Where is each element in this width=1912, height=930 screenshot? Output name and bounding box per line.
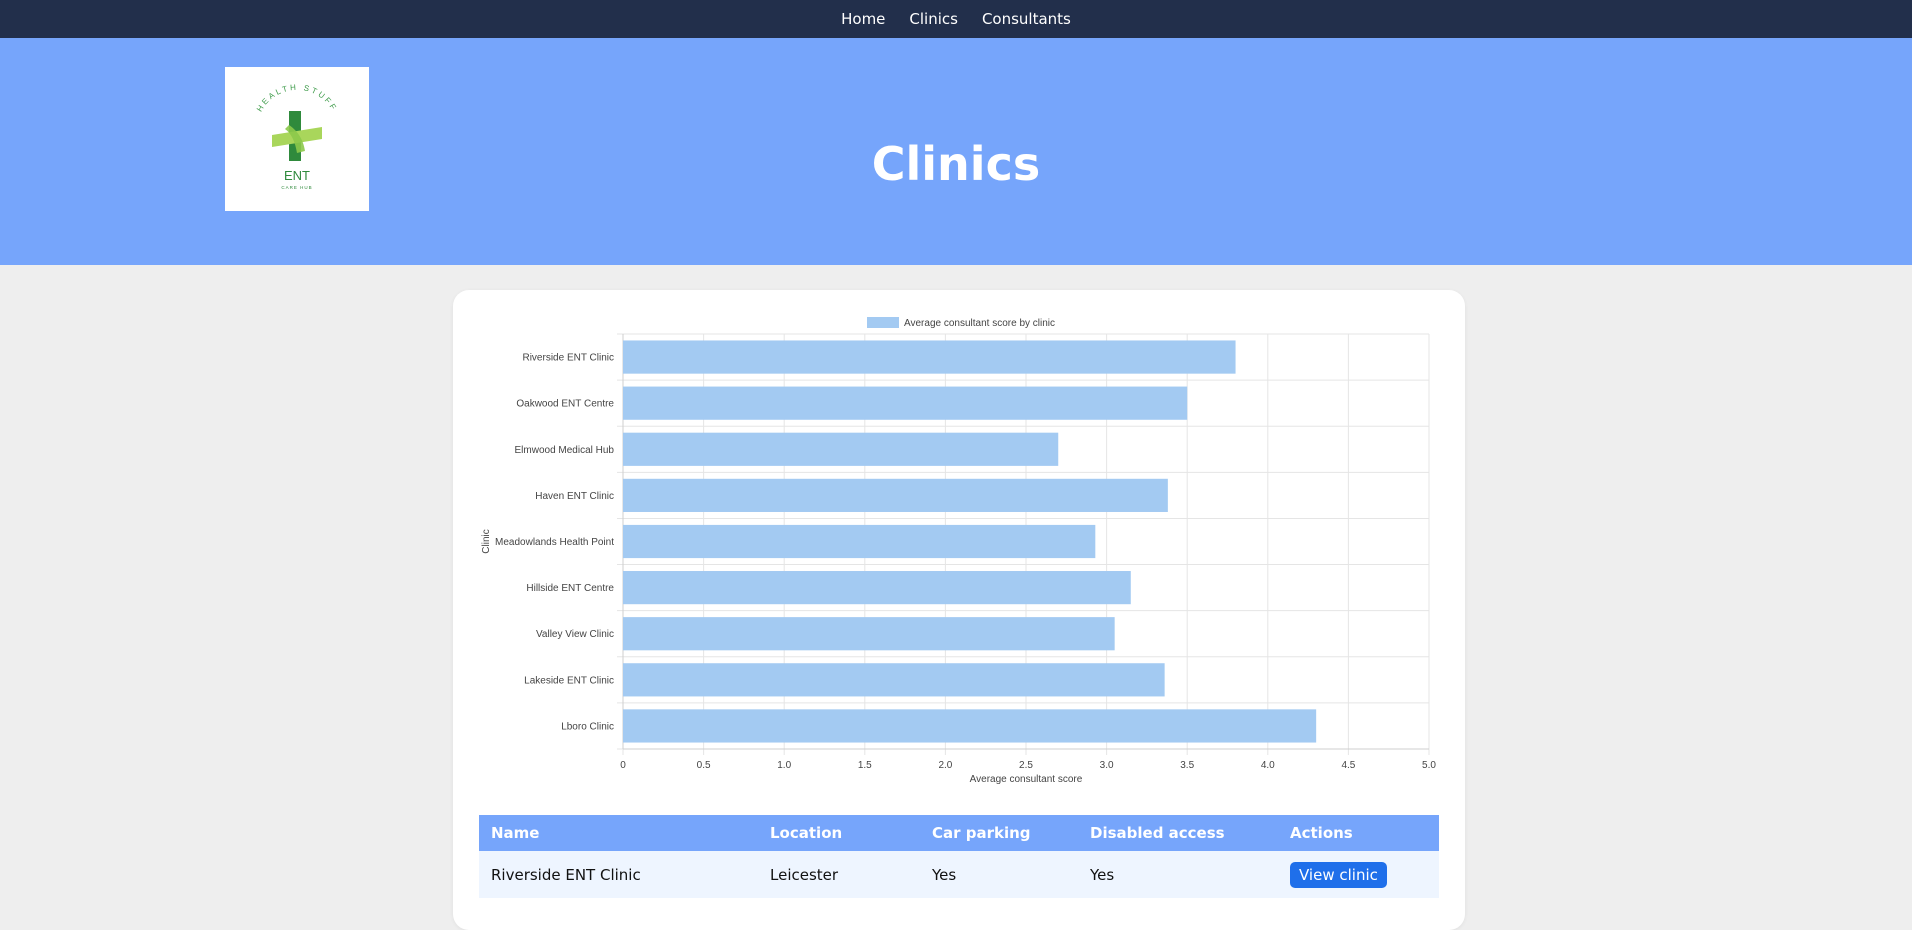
x-tick-label: 5.0 xyxy=(1422,760,1436,771)
bar xyxy=(623,663,1165,697)
bar xyxy=(623,617,1115,651)
legend-label: Average consultant score by clinic xyxy=(904,318,1055,329)
x-tick-label: 4.5 xyxy=(1341,760,1355,771)
x-tick-label: 0.5 xyxy=(697,760,711,771)
logo-graphic: HEALTH STUFF ENT CARE HUB xyxy=(255,83,339,190)
logo: HEALTH STUFF ENT CARE HUB xyxy=(225,67,369,211)
table-header-row: Name Location Car parking Disabled acces… xyxy=(479,815,1439,851)
y-tick-label: Lakeside ENT Clinic xyxy=(524,675,614,686)
cell-name: Riverside ENT Clinic xyxy=(479,851,758,898)
view-clinic-button[interactable]: View clinic xyxy=(1290,861,1387,888)
x-tick-label: 2.5 xyxy=(1019,760,1033,771)
x-tick-label: 2.0 xyxy=(938,760,952,771)
x-tick-label: 3.0 xyxy=(1100,760,1114,771)
y-axis-title: Clinic xyxy=(481,529,492,553)
column-header-actions: Actions xyxy=(1278,815,1439,851)
cell-actions: View clinic xyxy=(1278,851,1439,898)
y-tick-label: Valley View Clinic xyxy=(536,629,614,640)
score-bar-chart: 0 0.5 1.0 1.5 2.0 2.5 3.0 3.5 4.0 4.5 5.0 Riverside… xyxy=(481,317,1436,785)
y-tick-label: Haven ENT Clinic xyxy=(535,491,614,502)
column-header-location: Location xyxy=(758,815,920,851)
bar xyxy=(623,478,1168,512)
y-tick-label: Hillside ENT Centre xyxy=(526,583,614,594)
column-header-disabled-access: Disabled access xyxy=(1078,815,1278,851)
bar xyxy=(623,709,1317,743)
y-tick-label: Oakwood ENT Centre xyxy=(516,399,614,410)
column-header-car-parking: Car parking xyxy=(920,815,1078,851)
x-tick-label: 1.5 xyxy=(858,760,872,771)
y-tick-label: Riverside ENT Clinic xyxy=(522,353,614,364)
svg-text:HEALTH STUFF: HEALTH STUFF xyxy=(255,83,339,114)
legend-swatch xyxy=(867,317,899,328)
cell-car-parking: Yes xyxy=(920,851,1078,898)
top-nav: Home Clinics Consultants xyxy=(0,0,1912,38)
y-tick-label: Elmwood Medical Hub xyxy=(515,445,615,456)
content-card: 0 0.5 1.0 1.5 2.0 2.5 3.0 3.5 4.0 4.5 5.0 Riverside… xyxy=(453,290,1465,930)
nav-clinics-link[interactable]: Clinics xyxy=(909,10,958,28)
x-tick-label: 0 xyxy=(620,760,626,771)
cell-location: Leicester xyxy=(758,851,920,898)
hero-banner: HEALTH STUFF ENT CARE HUB Clinics xyxy=(0,38,1912,265)
x-tick-label: 3.5 xyxy=(1180,760,1194,771)
bar xyxy=(623,571,1131,605)
y-tick-label: Lboro Clinic xyxy=(561,721,614,732)
nav-home-link[interactable]: Home xyxy=(841,10,885,28)
logo-arc-text: HEALTH STUFF xyxy=(255,83,337,114)
cell-disabled-access: Yes xyxy=(1078,851,1278,898)
x-tick-label: 1.0 xyxy=(777,760,791,771)
page-title: Clinics xyxy=(871,137,1041,191)
nav-consultants-link[interactable]: Consultants xyxy=(982,10,1071,28)
bar xyxy=(623,432,1059,466)
column-header-name: Name xyxy=(479,815,758,851)
clinics-table: Name Location Car parking Disabled acces… xyxy=(479,815,1439,898)
table-row: Riverside ENT Clinic Leicester Yes Yes V… xyxy=(479,851,1439,898)
y-tick-label: Meadowlands Health Point xyxy=(495,537,614,548)
x-tick-label: 4.0 xyxy=(1261,760,1275,771)
bar xyxy=(623,524,1096,559)
x-axis-title: Average consultant score xyxy=(970,774,1083,785)
bar xyxy=(623,340,1236,374)
bar xyxy=(623,386,1188,420)
